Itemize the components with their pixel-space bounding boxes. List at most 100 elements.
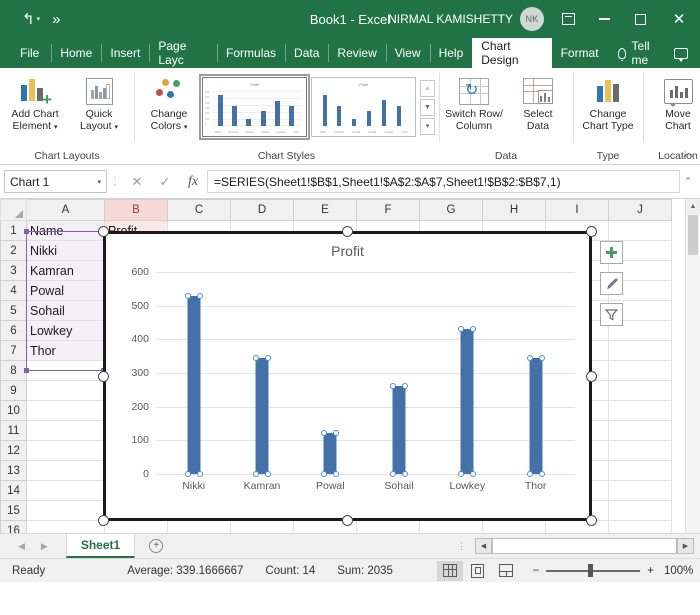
cell-J10[interactable] [608, 400, 672, 421]
cell-A4[interactable]: Powal [26, 280, 105, 301]
cell-J12[interactable] [608, 440, 672, 461]
cell-A8[interactable] [26, 360, 105, 381]
cell-C16[interactable] [167, 520, 231, 533]
minimize-button[interactable] [586, 0, 622, 38]
row-header-11[interactable]: 11 [0, 420, 27, 441]
bar-kamran[interactable] [255, 357, 269, 474]
bar-nikki[interactable] [187, 295, 201, 474]
cell-A1[interactable]: Name [26, 220, 105, 241]
resize-handle-mr[interactable] [586, 370, 597, 382]
comments-button[interactable] [674, 38, 700, 68]
row-header-8[interactable]: 8 [0, 360, 27, 381]
cell-A2[interactable]: Nikki [26, 240, 105, 261]
collapse-ribbon-button[interactable]: ︿ [683, 144, 694, 160]
chart-elements-button[interactable] [600, 241, 623, 264]
column-header-i[interactable]: I [545, 199, 609, 221]
cell-A3[interactable]: Kamran [26, 260, 105, 281]
cell-A12[interactable] [26, 440, 105, 461]
name-box[interactable]: Chart 1 ▾ [4, 170, 107, 193]
undo-button[interactable]: ↰ ▾ [18, 9, 44, 30]
chart-plot-area[interactable]: 600 500 400 300 200 100 0 Nikki Kamran P… [131, 266, 575, 492]
tab-review[interactable]: Review [328, 38, 385, 68]
cell-J9[interactable] [608, 380, 672, 401]
bar-thor[interactable] [529, 358, 543, 474]
row-header-10[interactable]: 10 [0, 400, 27, 421]
resize-handle-tl[interactable] [98, 226, 109, 237]
cell-J8[interactable] [608, 360, 672, 381]
row-header-13[interactable]: 13 [0, 460, 27, 481]
row-header-9[interactable]: 9 [0, 380, 27, 401]
cell-I16[interactable] [545, 520, 609, 533]
cell-A15[interactable] [26, 500, 105, 521]
select-data-button[interactable]: Select Data [507, 72, 569, 134]
previous-sheet-button[interactable]: ◀ [18, 541, 25, 552]
row-header-15[interactable]: 15 [0, 500, 27, 521]
row-header-6[interactable]: 6 [0, 320, 27, 341]
tab-data[interactable]: Data [285, 38, 328, 68]
formula-input[interactable]: =SERIES(Sheet1!$B$1,Sheet1!$A$2:$A$7,She… [207, 170, 680, 193]
scroll-right-button[interactable]: ▶ [677, 538, 694, 554]
tab-format[interactable]: Format [552, 38, 608, 68]
tab-formulas[interactable]: Formulas [217, 38, 285, 68]
scroll-left-button[interactable]: ◀ [475, 538, 492, 554]
column-header-b[interactable]: B [104, 199, 168, 221]
cell-A13[interactable] [26, 460, 105, 481]
cell-J16[interactable] [608, 520, 672, 533]
column-header-a[interactable]: A [26, 199, 105, 221]
row-header-7[interactable]: 7 [0, 340, 27, 361]
chart-styles-button[interactable] [600, 272, 623, 295]
chart-filters-button[interactable] [600, 303, 623, 326]
cell-G16[interactable] [419, 520, 483, 533]
bar-lowkey[interactable] [460, 328, 474, 474]
tab-home[interactable]: Home [51, 38, 101, 68]
column-header-d[interactable]: D [230, 199, 294, 221]
normal-view-button[interactable] [436, 560, 463, 581]
column-header-e[interactable]: E [293, 199, 357, 221]
change-chart-type-button[interactable]: Change Chart Type [577, 72, 639, 134]
chart-style-thumb-1[interactable]: Profit 600 500 400 300 200 100 0 Nikki K… [199, 74, 310, 140]
add-sheet-button[interactable]: + [135, 534, 177, 558]
zoom-out-button[interactable]: − [533, 565, 540, 577]
horizontal-scroll-track[interactable] [492, 538, 677, 554]
bar-powal[interactable] [323, 432, 337, 474]
sheet-tab-sheet1[interactable]: Sheet1 [65, 534, 136, 558]
resize-handle-bc[interactable] [342, 515, 353, 526]
insert-function-button[interactable]: fx [179, 170, 207, 193]
cell-A14[interactable] [26, 480, 105, 501]
tab-page-layout[interactable]: Page Layc [149, 38, 217, 68]
tab-help[interactable]: Help [429, 38, 473, 68]
resize-handle-ml[interactable] [98, 370, 109, 382]
column-header-f[interactable]: F [356, 199, 420, 221]
tab-view[interactable]: View [385, 38, 430, 68]
select-all-button[interactable] [0, 199, 27, 221]
row-header-4[interactable]: 4 [0, 280, 27, 301]
gallery-more-button[interactable]: ▾ [420, 117, 435, 135]
cell-H16[interactable] [482, 520, 546, 533]
resize-handle-tc[interactable] [342, 226, 353, 237]
add-chart-element-button[interactable]: + Add Chart Element ▾ [4, 72, 66, 136]
cell-D16[interactable] [230, 520, 294, 533]
cell-J7[interactable] [608, 340, 672, 361]
cell-J1[interactable] [608, 220, 672, 241]
move-chart-button[interactable]: Move Chart [647, 72, 700, 134]
page-layout-view-button[interactable] [465, 561, 491, 581]
quick-layout-button[interactable]: Quick Layout ▾ [68, 72, 130, 136]
resize-handle-bl[interactable] [98, 515, 109, 526]
tab-chart-design[interactable]: Chart Design [472, 38, 552, 68]
cell-A9[interactable] [26, 380, 105, 401]
horizontal-scrollbar[interactable]: ◀ ▶ [475, 538, 694, 554]
cell-J14[interactable] [608, 480, 672, 501]
expand-formula-bar-button[interactable]: ⌃ [680, 176, 696, 187]
cell-B16[interactable] [104, 520, 168, 533]
chart-style-thumb-2[interactable]: Profit Nikki Kamran Powal Sohail Lowkey Thor [311, 77, 416, 137]
row-header-16[interactable]: 16 [0, 520, 27, 533]
cell-A11[interactable] [26, 420, 105, 441]
page-break-view-button[interactable] [493, 561, 519, 581]
column-header-g[interactable]: G [419, 199, 483, 221]
vertical-scrollbar[interactable]: ▲ [685, 199, 700, 533]
tab-insert[interactable]: Insert [101, 38, 149, 68]
row-header-1[interactable]: 1 [0, 220, 27, 241]
vertical-scroll-thumb[interactable] [688, 215, 698, 255]
row-header-5[interactable]: 5 [0, 300, 27, 321]
resize-handle-tr[interactable] [586, 226, 597, 237]
